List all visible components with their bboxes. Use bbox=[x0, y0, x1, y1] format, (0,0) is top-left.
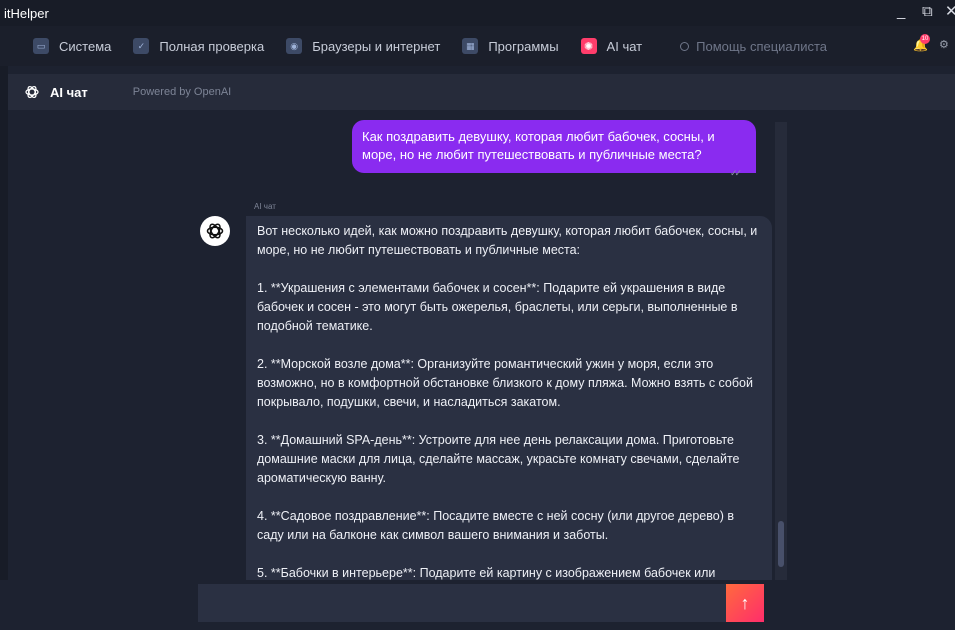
apps-icon: ▦ bbox=[462, 38, 479, 54]
arrow-up-icon: ↑ bbox=[740, 592, 750, 613]
specialist-help-search[interactable]: Помощь специалиста bbox=[680, 39, 827, 54]
user-message: Как поздравить девушку, которая любит ба… bbox=[352, 120, 756, 173]
nav-item-label: Система bbox=[59, 38, 112, 54]
read-receipt-icon: ✓✓ bbox=[730, 168, 742, 178]
openai-logo-icon bbox=[25, 85, 39, 99]
nav-item-full-scan[interactable]: ✓ Полная проверка bbox=[133, 32, 264, 60]
openai-icon bbox=[206, 223, 224, 239]
main-nav: ▭ Система ✓ Полная проверка ◉ Браузеры и… bbox=[0, 26, 955, 66]
conversation-area[interactable]: Как поздравить девушку, которая любит ба… bbox=[8, 110, 955, 580]
openai-icon: ✺ bbox=[580, 38, 597, 54]
shield-check-icon: ✓ bbox=[133, 38, 150, 54]
specialist-help-label: Помощь специалиста bbox=[696, 38, 828, 54]
maximize-icon[interactable]: ⧉ bbox=[922, 3, 933, 21]
nav-item-browsers[interactable]: ◉ Браузеры и интернет bbox=[286, 32, 440, 60]
send-button[interactable]: ↑ bbox=[726, 584, 764, 622]
powered-by-label: Powered by OpenAI bbox=[132, 86, 232, 98]
nav-item-ai-chat[interactable]: ✺ AI чат bbox=[580, 32, 643, 60]
chat-header: AI чат Powered by OpenAI bbox=[8, 74, 955, 110]
nav-item-label: Полная проверка bbox=[159, 38, 265, 54]
close-icon[interactable]: ✕ bbox=[945, 3, 955, 21]
title-bar: itHelper bbox=[0, 0, 955, 26]
nav-item-system[interactable]: ▭ Система bbox=[33, 32, 111, 60]
nav-item-programs[interactable]: ▦ Программы bbox=[462, 32, 559, 60]
nav-item-label: Браузеры и интернет bbox=[312, 38, 441, 54]
search-icon bbox=[680, 41, 690, 51]
message-input[interactable] bbox=[198, 584, 726, 622]
scrollbar-thumb[interactable] bbox=[778, 521, 784, 567]
globe-icon: ◉ bbox=[286, 38, 303, 54]
minimize-icon[interactable]: _ bbox=[897, 3, 905, 21]
left-edge bbox=[0, 66, 8, 630]
notification-badge: 10 bbox=[920, 34, 930, 44]
gear-icon[interactable]: ⚙ bbox=[939, 38, 949, 51]
monitor-icon: ▭ bbox=[33, 38, 49, 54]
bot-message: Вот несколько идей, как можно поздравить… bbox=[246, 216, 772, 580]
bot-name-label: AI чат bbox=[254, 202, 276, 211]
nav-item-label: Программы bbox=[488, 38, 559, 54]
app-title: itHelper bbox=[4, 5, 49, 21]
scrollbar-track[interactable] bbox=[775, 122, 787, 580]
bot-avatar bbox=[200, 216, 230, 246]
chat-title: AI чат bbox=[50, 84, 88, 100]
nav-item-label: AI чат bbox=[606, 38, 643, 54]
